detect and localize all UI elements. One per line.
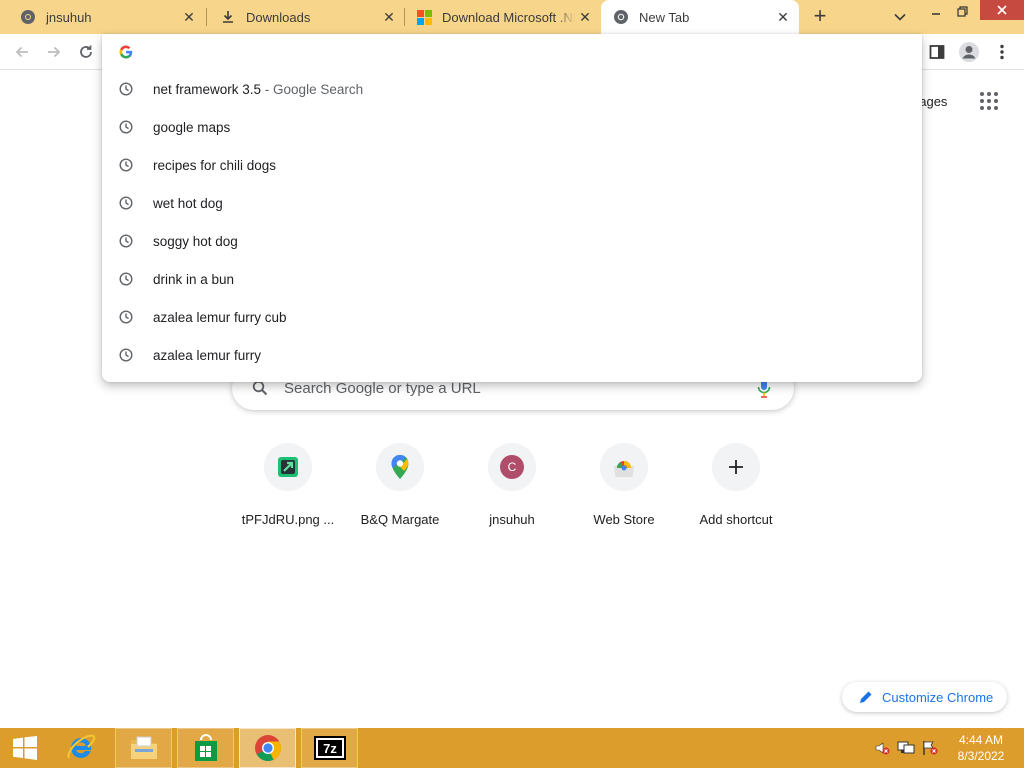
web-store-icon — [600, 443, 648, 491]
history-clock-icon — [118, 233, 134, 249]
customize-label: Customize Chrome — [882, 689, 994, 705]
internet-explorer-icon[interactable] — [56, 728, 106, 768]
add-shortcut-button[interactable]: Add shortcut — [680, 440, 792, 536]
restore-icon[interactable] — [950, 0, 974, 22]
tab-close-icon[interactable]: ✕ — [179, 7, 199, 27]
7zip-icon[interactable]: 7z — [301, 728, 358, 768]
download-icon — [220, 9, 236, 25]
chrome-icon — [20, 9, 36, 25]
avatar-letter: C — [500, 455, 524, 479]
suggestion-source: - Google Search — [261, 81, 364, 97]
plus-icon — [712, 443, 760, 491]
shortcut-label: jnsuhuh — [489, 512, 535, 527]
windows-taskbar: 7z 4:44 AM 8/3/2022 — [0, 728, 1024, 768]
shortcut-label: Web Store — [593, 512, 655, 527]
tab-strip: jnsuhuh ✕ Downloads ✕ Download Microsoft… — [0, 0, 1024, 34]
google-apps-grid-icon[interactable] — [980, 92, 1000, 112]
chrome-icon — [613, 9, 629, 25]
minimize-icon[interactable] — [924, 0, 948, 22]
back-arrow-icon[interactable] — [8, 38, 36, 66]
microsoft-logo-icon — [416, 9, 432, 25]
image-file-icon — [264, 443, 312, 491]
omnibox-input[interactable] — [145, 44, 845, 60]
tab-downloads[interactable]: Downloads ✕ — [200, 0, 405, 34]
suggestion-text: net framework 3.5 - Google Search — [153, 82, 363, 97]
tab-close-icon[interactable]: ✕ — [575, 7, 595, 27]
clock-date: 8/3/2022 — [957, 749, 1005, 763]
suggestion-row[interactable]: azalea lemur furry cub — [102, 298, 922, 336]
suggestion-text: wet hot dog — [153, 195, 223, 211]
history-clock-icon — [118, 195, 134, 211]
suggestion-row[interactable]: soggy hot dog — [102, 222, 922, 260]
search-placeholder: Search Google or type a URL — [284, 379, 481, 397]
tab-new-tab[interactable]: New Tab ✕ — [601, 0, 799, 34]
tab-jnsuhuh[interactable]: jnsuhuh ✕ — [0, 0, 205, 34]
window-close-icon[interactable] — [980, 0, 1024, 20]
tab-search-chevron-down-icon[interactable] — [888, 5, 912, 29]
shortcuts-row: tPFJdRU.png ... B&Q Margate C jnsuhuh We… — [232, 440, 792, 540]
history-clock-icon — [118, 157, 134, 173]
omnibox[interactable] — [102, 34, 922, 70]
suggestion-row[interactable]: recipes for chili dogs — [102, 146, 922, 184]
shortcut-tile[interactable]: Web Store — [568, 440, 680, 536]
new-tab-button[interactable]: + — [808, 5, 832, 29]
maps-pin-icon — [376, 443, 424, 491]
suggestion-row[interactable]: net framework 3.5 - Google Search — [102, 70, 922, 108]
history-clock-icon — [118, 119, 134, 135]
suggestion-row[interactable]: drink in a bun — [102, 260, 922, 298]
suggestion-query: net framework 3.5 — [153, 81, 262, 97]
history-clock-icon — [118, 81, 134, 97]
letter-avatar-icon: C — [488, 443, 536, 491]
file-explorer-icon[interactable] — [115, 728, 172, 768]
profile-avatar-icon[interactable] — [955, 38, 983, 66]
shortcut-label: tPFJdRU.png ... — [241, 512, 335, 527]
suggestion-row[interactable]: azalea lemur furry — [102, 336, 922, 374]
tab-title: New Tab — [639, 9, 690, 25]
google-g-icon — [119, 45, 133, 59]
volume-muted-icon[interactable] — [872, 728, 892, 768]
tab-title: Downloads — [246, 9, 311, 25]
suggestion-text: recipes for chili dogs — [153, 157, 277, 173]
tab-download-microsoft-net[interactable]: Download Microsoft .NET ✕ — [396, 0, 601, 34]
clock-time: 4:44 AM — [958, 733, 1004, 747]
taskbar-clock[interactable]: 4:44 AM 8/3/2022 — [948, 732, 1014, 764]
windows-store-icon[interactable] — [177, 728, 234, 768]
shortcut-tile[interactable]: C jnsuhuh — [456, 440, 568, 536]
shortcut-label: B&Q Margate — [360, 512, 440, 527]
kebab-menu-icon[interactable] — [988, 38, 1016, 66]
suggestion-text: google maps — [153, 119, 231, 135]
action-center-flag-icon[interactable] — [920, 728, 940, 768]
suggestion-text: azalea lemur furry cub — [153, 309, 287, 325]
shortcut-tile[interactable]: B&Q Margate — [344, 440, 456, 536]
svg-text:7z: 7z — [323, 741, 337, 756]
tab-title: Download Microsoft .NET — [442, 9, 575, 25]
suggestion-row[interactable]: google maps — [102, 108, 922, 146]
suggestion-text: azalea lemur furry — [153, 347, 262, 363]
network-icon[interactable] — [896, 728, 916, 768]
tab-close-icon[interactable]: ✕ — [773, 7, 793, 27]
history-clock-icon — [118, 309, 134, 325]
customize-chrome-button[interactable]: Customize Chrome — [842, 682, 1007, 712]
suggestion-row[interactable]: wet hot dog — [102, 184, 922, 222]
pencil-icon — [858, 689, 874, 705]
side-panel-icon[interactable] — [923, 38, 951, 66]
history-clock-icon — [118, 347, 134, 363]
forward-arrow-icon[interactable] — [40, 38, 68, 66]
suggestion-text: soggy hot dog — [153, 233, 238, 249]
omnibox-dropdown: net framework 3.5 - Google Search google… — [102, 34, 922, 382]
shortcut-label: Add shortcut — [699, 512, 773, 527]
history-clock-icon — [118, 271, 134, 287]
windows-start-icon[interactable] — [0, 728, 50, 768]
reload-icon[interactable] — [72, 38, 100, 66]
shortcut-tile[interactable]: tPFJdRU.png ... — [232, 440, 344, 536]
tab-title: jnsuhuh — [46, 9, 92, 25]
chrome-taskbar-icon[interactable] — [239, 728, 296, 768]
suggestion-text: drink in a bun — [153, 271, 235, 287]
